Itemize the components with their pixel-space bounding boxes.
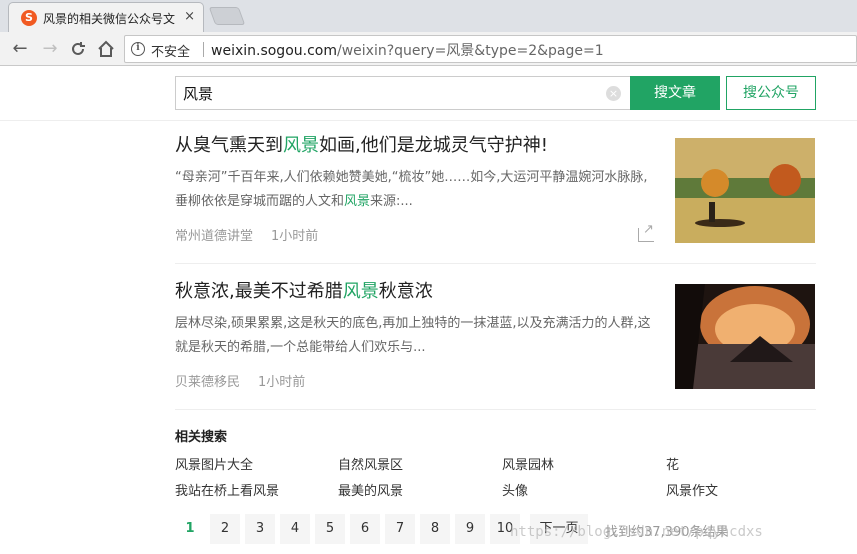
result-divider: [175, 263, 816, 264]
result-title-text: 秋意浓: [378, 281, 433, 302]
watermark-text: https://blog.csdn.net/pqyhcdxs: [510, 524, 763, 540]
home-icon[interactable]: [94, 37, 118, 61]
omnibox-divider: [203, 42, 204, 57]
info-icon[interactable]: i: [131, 42, 145, 56]
page-number[interactable]: 8: [420, 514, 450, 544]
reload-icon[interactable]: [66, 37, 90, 61]
result-time: 1小时前: [271, 229, 319, 244]
result-time: 1小时前: [258, 375, 306, 390]
related-search-link[interactable]: 风景作文: [666, 480, 718, 499]
tab-bar: S 风景的相关微信公众号文 ×: [0, 0, 857, 32]
search-query: 风景: [183, 85, 214, 103]
page-number[interactable]: 3: [245, 514, 275, 544]
related-search-link[interactable]: 风景图片大全: [175, 454, 253, 473]
related-search-link[interactable]: 自然风景区: [338, 454, 403, 473]
result-title-text: 秋意浓,最美不过希腊: [175, 281, 343, 302]
related-searches-title: 相关搜索: [175, 430, 228, 445]
result-snippet: “母亲河”千百年来,人们依赖她赞美她,“梳妆”她……如今,大运河平静温婉河水脉脉…: [175, 166, 659, 214]
page-number[interactable]: 5: [315, 514, 345, 544]
snippet-text: 来源:...: [370, 194, 413, 209]
page-number[interactable]: 2: [210, 514, 240, 544]
tab-close-icon[interactable]: ×: [184, 9, 195, 24]
related-search-link[interactable]: 我站在桥上看风景: [175, 480, 279, 499]
back-icon[interactable]: ←: [8, 37, 32, 61]
search-input[interactable]: 风景 ×: [175, 76, 631, 110]
result-title-highlight: 风景: [283, 135, 319, 156]
result-thumbnail[interactable]: [675, 138, 815, 243]
page-number[interactable]: 7: [385, 514, 415, 544]
result-snippet: 层林尽染,硕果累累,这是秋天的底色,再加上独特的一抹湛蓝,以及充满活力的人群,这…: [175, 312, 659, 360]
forward-icon[interactable]: →: [38, 37, 62, 61]
result-meta: 常州道德讲堂 1小时前: [175, 225, 336, 244]
related-search-link[interactable]: 头像: [502, 480, 528, 499]
result-divider: [175, 409, 816, 410]
browser-tab[interactable]: S 风景的相关微信公众号文 ×: [8, 2, 204, 32]
result-title-text: 如画,他们是龙城灵气守护神!: [319, 135, 548, 156]
related-search-link[interactable]: 最美的风景: [338, 480, 403, 499]
page-number[interactable]: 9: [455, 514, 485, 544]
url-path: /weixin?query=风景&type=2&page=1: [337, 43, 604, 59]
sogou-favicon-icon: S: [21, 10, 37, 26]
search-articles-button[interactable]: 搜文章: [630, 76, 720, 110]
clear-search-icon[interactable]: ×: [606, 86, 621, 101]
page-number[interactable]: 4: [280, 514, 310, 544]
result-title-text: 从臭气熏天到: [175, 135, 283, 156]
page-number-current: 1: [175, 514, 205, 544]
tab-title: 风景的相关微信公众号文: [43, 12, 176, 26]
new-tab-button[interactable]: [208, 7, 246, 25]
result-title-highlight: 风景: [342, 281, 379, 302]
snippet-highlight: 风景: [344, 194, 371, 209]
result-meta: 贝莱德移民 1小时前: [175, 371, 323, 390]
page-number[interactable]: 6: [350, 514, 380, 544]
share-icon[interactable]: [638, 222, 654, 242]
search-accounts-button[interactable]: 搜公众号: [726, 76, 816, 110]
header-divider: [0, 120, 857, 121]
related-search-link[interactable]: 花: [666, 454, 679, 473]
address-bar[interactable]: i 不安全 weixin.sogou.com/weixin?query=风景&t…: [124, 35, 857, 63]
result-source[interactable]: 常州道德讲堂: [175, 229, 253, 244]
browser-toolbar: ← → i 不安全 weixin.sogou.com/weixin?query=…: [0, 32, 857, 66]
insecure-label[interactable]: 不安全: [151, 41, 190, 60]
result-thumbnail[interactable]: [675, 284, 815, 389]
url-host: weixin.sogou.com: [211, 43, 337, 59]
url-text[interactable]: weixin.sogou.com/weixin?query=风景&type=2&…: [211, 40, 604, 60]
related-search-link[interactable]: 风景园林: [502, 454, 554, 473]
result-source[interactable]: 贝莱德移民: [175, 375, 240, 390]
snippet-text: 层林尽染,硕果累累,这是秋天的底色,再加上独特的一抹湛蓝,以及充满活力的人群,这…: [175, 316, 651, 355]
